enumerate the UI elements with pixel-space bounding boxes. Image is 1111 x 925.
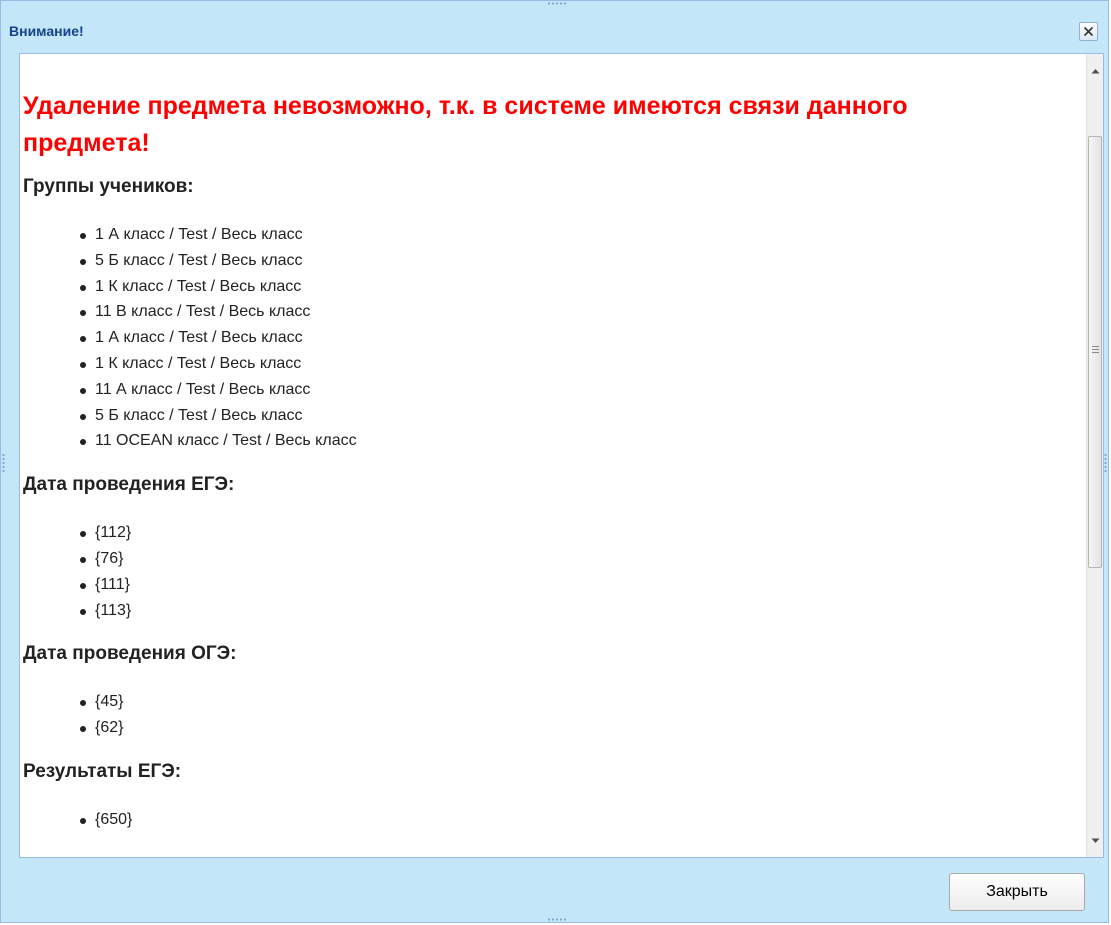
scroll-up-button[interactable]: [1087, 62, 1103, 79]
list-item: {650}: [80, 807, 1085, 833]
section-ege-results: Результаты ЕГЭ: {650}: [23, 759, 1085, 833]
close-dialog-button[interactable]: Закрыть: [949, 873, 1085, 911]
list-item: 1 К класс / Test / Весь класс: [80, 351, 1085, 377]
section-ege-dates: Дата проведения ЕГЭ: {112} {76} {111} {1…: [23, 472, 1085, 623]
resize-grip-bottom[interactable]: [547, 918, 567, 921]
list-item: {76}: [80, 546, 1085, 572]
list-item: 1 А класс / Test / Весь класс: [80, 325, 1085, 351]
dialog-title: Внимание!: [9, 23, 84, 39]
ege-results-list: {650}: [23, 807, 1085, 833]
ege-dates-list: {112} {76} {111} {113}: [23, 520, 1085, 623]
section-title: Группы учеников:: [23, 176, 194, 197]
section-title: Результаты ЕГЭ:: [23, 760, 182, 782]
list-item: 11 OCEAN класс / Test / Весь класс: [80, 428, 1085, 454]
close-button[interactable]: [1079, 22, 1098, 41]
dialog-titlebar[interactable]: Внимание!: [9, 11, 1100, 51]
list-item: 5 Б класс / Test / Весь класс: [80, 403, 1085, 429]
oge-dates-list: {45} {62}: [23, 689, 1085, 741]
thumb-grip-icon: [1092, 346, 1099, 354]
dialog-body: Удаление предмета невозможно, т.к. в сис…: [19, 53, 1104, 858]
error-heading: Удаление предмета невозможно, т.к. в сис…: [23, 92, 908, 157]
dialog-window: Внимание! Удаление предмета невозможно, …: [0, 0, 1109, 923]
resize-grip-left[interactable]: [2, 453, 5, 473]
list-item: 11 В класс / Test / Весь класс: [80, 299, 1085, 325]
list-item: {62}: [80, 715, 1085, 741]
scroll-down-arrow-icon: [1091, 838, 1100, 843]
scroll-up-arrow-icon: [1091, 68, 1100, 73]
student-groups-list: 1 А класс / Test / Весь класс 5 Б класс …: [23, 222, 1085, 454]
resize-grip-top[interactable]: [547, 2, 567, 5]
message-content: Удаление предмета невозможно, т.к. в сис…: [20, 54, 1085, 857]
list-item: 5 Б класс / Test / Весь класс: [80, 248, 1085, 274]
scroll-down-button[interactable]: [1087, 832, 1103, 849]
list-item: 1 А класс / Test / Весь класс: [80, 222, 1085, 248]
list-item: 1 К класс / Test / Весь класс: [80, 274, 1085, 300]
list-item: 11 А класс / Test / Весь класс: [80, 377, 1085, 403]
section-title: Дата проведения ЕГЭ:: [23, 474, 235, 496]
section-title: Дата проведения ОГЭ:: [23, 643, 237, 665]
vertical-scrollbar[interactable]: [1086, 54, 1103, 857]
list-item: {111}: [80, 572, 1085, 598]
list-item: {112}: [80, 520, 1085, 546]
scroll-thumb[interactable]: [1088, 136, 1102, 568]
list-item: {45}: [80, 689, 1085, 715]
list-item: {113}: [80, 598, 1085, 624]
resize-grip-right[interactable]: [1104, 453, 1107, 473]
section-oge-dates: Дата проведения ОГЭ: {45} {62}: [23, 641, 1085, 741]
close-icon: [1083, 26, 1094, 37]
section-student-groups: Группы учеников: 1 А класс / Test / Весь…: [23, 174, 1085, 454]
